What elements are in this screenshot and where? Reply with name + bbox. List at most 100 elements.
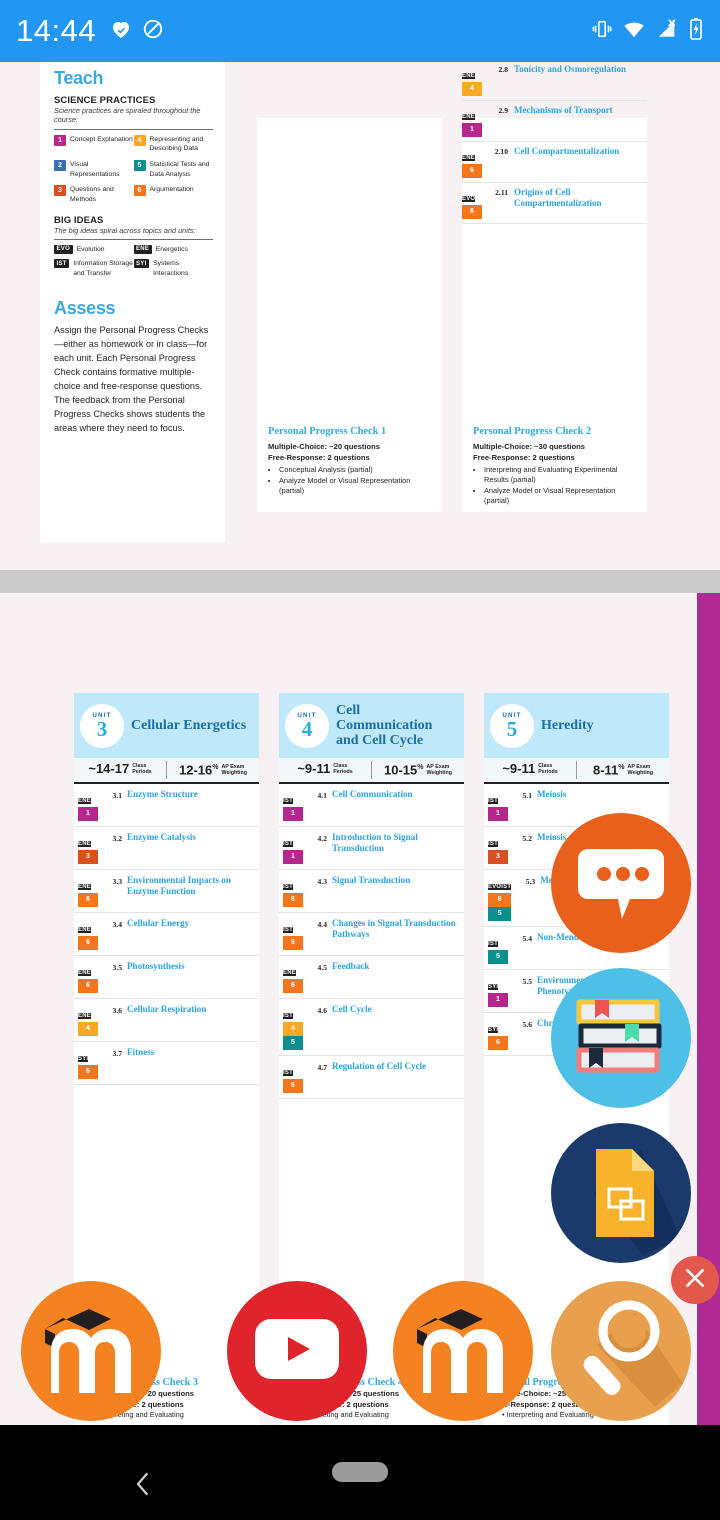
big-idea-item: EVO Evolution xyxy=(54,244,134,255)
vibrate-icon xyxy=(591,18,613,45)
topic-row[interactable]: IST 6 4.4 Changes in Signal Transduction Pa… xyxy=(279,913,464,956)
practice-number-chip: 1 xyxy=(283,850,303,864)
topic-row[interactable]: ENE 3 3.2 Enzyme Catalysis xyxy=(74,827,259,870)
science-practice-item: 1 Concept Explanation xyxy=(54,134,134,154)
big-idea-label: Information Storage and Transfer xyxy=(73,260,133,278)
topic-number: 5.4 xyxy=(522,934,533,943)
topic-number: 5.5 xyxy=(522,977,533,986)
topic-name: Enzyme Catalysis xyxy=(127,832,196,842)
topic-badges: IST 6 xyxy=(283,918,303,950)
topic-badges: IST 6 xyxy=(283,875,303,907)
big-idea-item: SYI Systems Interactions xyxy=(133,259,214,278)
topic-badges: IST 4 5 xyxy=(283,1004,303,1050)
topic-row[interactable]: ENE 6 4.5 Feedback xyxy=(279,956,464,999)
big-idea-tag: IST xyxy=(283,1070,293,1076)
exam-weighting-stat: 12-16% AP Exam Weighting xyxy=(166,760,259,780)
topic-row[interactable]: IST 4 5 4.6 Cell Cycle xyxy=(279,999,464,1056)
unit-header: UNIT 4 Cell Communication and Cell Cycle xyxy=(279,693,464,758)
topic-row[interactable]: ENE 1 2.9 Mechanisms of Transport xyxy=(462,101,647,142)
topic-number: 4.1 xyxy=(317,791,328,800)
unit-number-badge: UNIT 3 xyxy=(80,703,124,748)
topic-badges: IST 1 xyxy=(488,789,508,821)
unit-title: Cellular Energetics xyxy=(131,717,247,733)
topic-name: Cell Compartmentalization xyxy=(514,146,620,156)
unit-header: UNIT 5 Heredity xyxy=(484,693,669,758)
practice-number-chip: 1 xyxy=(78,807,98,821)
moodle-fab-2[interactable] xyxy=(393,1281,533,1421)
books-fab[interactable] xyxy=(551,968,691,1108)
unit-stats: ~14-17 Class Periods 12-16% AP Exam Weighting xyxy=(74,758,259,784)
big-idea-label: Evolution xyxy=(76,245,105,253)
topic-name: Mechanisms of Transport xyxy=(514,105,613,115)
assess-heading: Assess xyxy=(54,297,116,318)
do-not-disturb-icon xyxy=(142,18,164,45)
topic-name: Regulation of Cell Cycle xyxy=(332,1061,427,1071)
big-idea-tag: ENE xyxy=(78,1013,91,1019)
home-pill[interactable] xyxy=(332,1462,388,1482)
class-periods-label: Class Periods xyxy=(538,763,558,775)
topic-badges: EVO 6 xyxy=(462,187,482,219)
practice-number-chip: 3 xyxy=(78,850,98,864)
wifi-icon xyxy=(622,18,646,45)
topic-badges: IST 5 xyxy=(488,932,508,964)
big-idea-tag: EVO xyxy=(462,196,476,202)
topic-badges: ENE 6 xyxy=(283,961,303,993)
youtube-icon xyxy=(255,1318,339,1384)
big-idea-tag: IST xyxy=(501,884,512,890)
topic-row[interactable]: IST 1 4.1 Cell Communication xyxy=(279,784,464,827)
practice-number-chip: 6 xyxy=(133,185,146,197)
topic-number: 5.1 xyxy=(522,791,533,800)
topic-row[interactable]: ENE 6 3.3 Environmental Impacts on Enzyme F… xyxy=(74,870,259,913)
topic-row[interactable]: ENE 6 2.10 Cell Compartmentalization xyxy=(462,142,647,183)
practice-number-chip: 3 xyxy=(488,850,508,864)
back-icon[interactable] xyxy=(128,1469,158,1499)
practice-number-chip: 6 xyxy=(78,1065,98,1079)
big-idea-tag: IST xyxy=(488,941,498,947)
topic-number: 5.2 xyxy=(522,834,533,843)
ppc-fr: Free-Response: 2 questions xyxy=(268,453,370,462)
topic-row[interactable]: ENE 4 3.6 Cellular Respiration xyxy=(74,999,259,1042)
teach-assess-column: Teach SCIENCE PRACTICES Science practice… xyxy=(40,62,225,542)
class-periods-label: Class Periods xyxy=(333,763,353,775)
topic-name: Fitness xyxy=(127,1047,155,1057)
topic-row[interactable]: ENE 4 2.8 Tonicity and Osmoregulation xyxy=(462,62,647,101)
slides-fab[interactable] xyxy=(551,1123,691,1263)
science-practices-list: 1 Concept Explanation 4 Representing and De… xyxy=(54,134,214,211)
topic-row[interactable]: IST 1 4.2 Introduction to Signal Transducti… xyxy=(279,827,464,870)
exam-weighting-value: 8-11% xyxy=(592,762,625,778)
close-icon xyxy=(682,1265,708,1296)
topic-number: 3.4 xyxy=(112,920,123,929)
practice-number-chip: 1 xyxy=(462,123,482,137)
big-ideas-subtitle: The big ideas spiral across topics and u… xyxy=(54,225,196,235)
science-practice-item: 5 Statistical Tests and Data Analysis xyxy=(133,159,214,179)
search-fab[interactable] xyxy=(551,1281,691,1421)
topic-row[interactable]: ENE 6 3.5 Photosynthesis xyxy=(74,956,259,999)
practice-number-chip: 5 xyxy=(133,159,146,171)
big-idea-item: IST Information Storage and Transfer xyxy=(54,259,134,278)
moodle-fab-1[interactable] xyxy=(21,1281,161,1421)
divider xyxy=(54,238,213,240)
practice-number-chip: 6 xyxy=(78,979,98,993)
practice-label: Statistical Tests and Data Analysis xyxy=(149,160,210,178)
topic-row[interactable]: IST 6 4.7 Regulation of Cell Cycle xyxy=(279,1056,464,1099)
topic-row[interactable]: ENE 1 3.1 Enzyme Structure xyxy=(74,784,259,827)
topic-name: Photosynthesis xyxy=(127,961,185,971)
topic-row[interactable]: SYI 6 3.7 Fitness xyxy=(74,1042,259,1085)
chat-fab[interactable] xyxy=(551,813,691,953)
topic-row[interactable]: EVO 6 2.11 Origins of Cell Compartmentaliza… xyxy=(462,183,647,224)
topic-badges: ENE 1 xyxy=(462,105,482,137)
exam-weighting-value: 10-15% xyxy=(384,762,424,778)
practice-number-chip: 4 xyxy=(462,82,482,96)
topic-badges: SYI 6 xyxy=(78,1047,98,1079)
ppc-bullets: Conceptual Analysis (partial)Analyze Mod… xyxy=(279,465,431,496)
topic-row[interactable]: ENE 6 3.4 Cellular Energy xyxy=(74,913,259,956)
science-practice-item: 3 Questions and Methods xyxy=(54,185,134,204)
topic-number: 3.2 xyxy=(112,834,123,843)
practice-number-chip: 6 xyxy=(462,164,482,178)
pdf-viewer[interactable]: Teach SCIENCE PRACTICES Science practice… xyxy=(0,62,720,1425)
moodle-icon xyxy=(411,1303,515,1400)
topic-badges: SYI 1 xyxy=(488,975,508,1007)
topic-row[interactable]: IST 6 4.3 Signal Transduction xyxy=(279,870,464,913)
close-fab[interactable] xyxy=(671,1256,719,1304)
youtube-fab[interactable] xyxy=(227,1281,367,1421)
